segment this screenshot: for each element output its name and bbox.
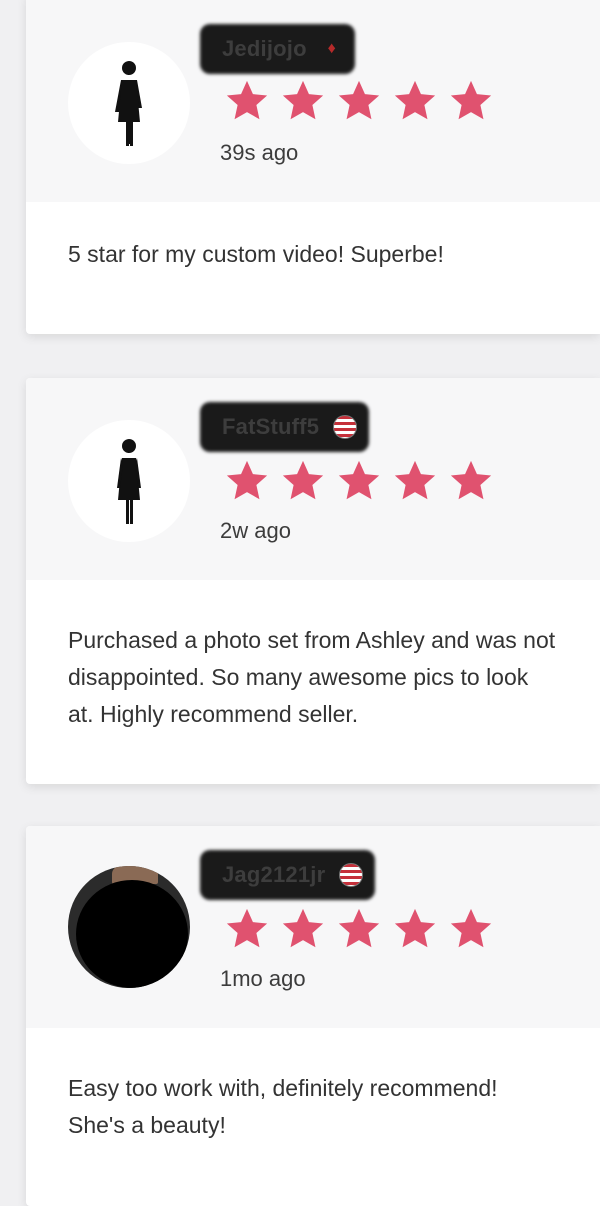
reviewer-username: FatStuff5 <box>222 414 320 439</box>
reviewer-name-badge[interactable]: FatStuff5 <box>200 402 370 452</box>
review-header: FatStuff5 2w ago <box>26 378 600 580</box>
reviewer-username: Jag2121jr <box>222 862 326 887</box>
rating-stars <box>220 458 498 504</box>
canada-flag-icon: ♦ <box>327 40 336 57</box>
star-icon <box>450 80 492 120</box>
star-icon <box>282 460 324 500</box>
star-icon <box>450 460 492 500</box>
person-icon <box>117 439 141 524</box>
star-icon <box>394 80 436 120</box>
star-icon <box>338 80 380 120</box>
reviewer-avatar-photo[interactable] <box>68 866 190 988</box>
review-text: Purchased a photo set from Ashley and wa… <box>68 627 556 727</box>
usa-flag-icon <box>333 415 358 439</box>
review-text: 5 star for my custom video! Superbe! <box>68 241 444 267</box>
reviewer-name-badge[interactable]: Jedijojo ♦ <box>200 24 355 74</box>
star-icon <box>282 80 324 120</box>
review-header: Jag2121jr 1mo ago <box>26 826 600 1028</box>
review-time: 1mo ago <box>220 966 306 991</box>
reviewer-username: Jedijojo <box>222 36 307 61</box>
star-icon <box>394 908 436 948</box>
review-time: 39s ago <box>220 140 299 165</box>
star-icon <box>282 908 324 948</box>
star-icon <box>226 908 268 948</box>
star-icon <box>394 460 436 500</box>
rating-stars <box>220 906 498 952</box>
person-icon <box>115 61 142 146</box>
star-icon <box>338 908 380 948</box>
review-header: Jedijojo ♦ 39s ago <box>26 0 600 202</box>
review-card: Jag2121jr 1mo ago Easy too work with, de… <box>26 826 600 1206</box>
star-icon <box>226 460 268 500</box>
review-card: Jedijojo ♦ 39s ago 5 star for my custom … <box>26 0 600 334</box>
star-icon <box>338 460 380 500</box>
reviewer-avatar[interactable] <box>68 420 190 542</box>
star-icon <box>450 908 492 948</box>
star-icon <box>226 80 268 120</box>
rating-stars <box>220 78 498 124</box>
reviewer-avatar[interactable] <box>68 42 190 164</box>
reviewer-name-badge[interactable]: Jag2121jr <box>200 850 376 900</box>
review-time: 2w ago <box>220 518 291 543</box>
review-card: FatStuff5 2w ago Purchased a photo set f… <box>26 378 600 784</box>
review-text: Easy too work with, definitely recommend… <box>68 1075 498 1138</box>
